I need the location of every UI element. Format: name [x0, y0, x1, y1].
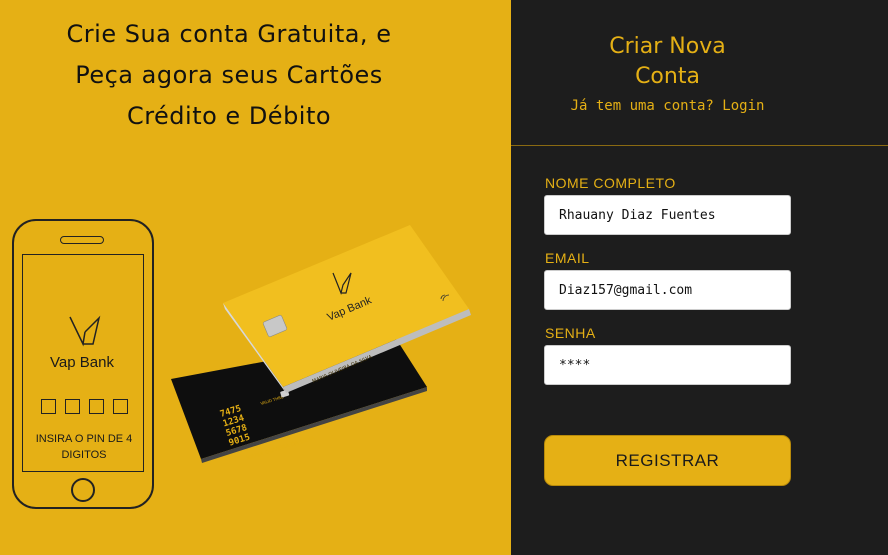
password-input[interactable]: [544, 345, 791, 385]
pin-box: [113, 399, 128, 414]
pin-instructions: INSIRA O PIN DE 4 DIGITOS: [35, 433, 133, 461]
promo-panel: Crie Sua conta Gratuita, e Peça agora se…: [0, 0, 511, 555]
signup-title-line-1: Criar Nova: [609, 34, 726, 59]
credit-cards-illustration: 7475 1234 5678 9015 VALID THRU MARIA OLI…: [171, 225, 471, 463]
pin-box: [89, 399, 104, 414]
phone-home-button: [71, 478, 95, 502]
headline-line-3: Crédito e Débito: [126, 102, 332, 130]
email-input[interactable]: [544, 270, 791, 310]
signup-panel: Criar Nova Conta Já tem uma conta? Login…: [511, 0, 888, 555]
divider: [511, 145, 888, 146]
pin-box: [65, 399, 80, 414]
signup-title: Criar Nova Conta: [511, 32, 824, 92]
login-link[interactable]: Já tem uma conta? Login: [511, 98, 824, 114]
headline-line-1: Crie Sua conta Gratuita, e: [66, 20, 392, 48]
phone-illustration: Vap Bank INSIRA O PIN DE 4 DIGITOS: [12, 219, 154, 509]
headline-line-2: Peça agora seus Cartões: [75, 61, 383, 89]
pin-boxes: [41, 399, 141, 414]
email-label: EMAIL: [545, 250, 590, 266]
signup-title-line-2: Conta: [635, 64, 700, 89]
register-button[interactable]: REGISTRAR: [544, 435, 791, 486]
phone-screen: Vap Bank INSIRA O PIN DE 4 DIGITOS: [22, 254, 144, 472]
phone-speaker: [60, 236, 104, 244]
name-label: NOME COMPLETO: [545, 175, 676, 191]
password-label: SENHA: [545, 325, 596, 341]
full-name-input[interactable]: [544, 195, 791, 235]
vap-bank-logo-icon: [69, 315, 101, 347]
phone-brand: Vap Bank: [50, 354, 114, 371]
pin-box: [41, 399, 56, 414]
promo-headline: Crie Sua conta Gratuita, e Peça agora se…: [10, 14, 448, 137]
